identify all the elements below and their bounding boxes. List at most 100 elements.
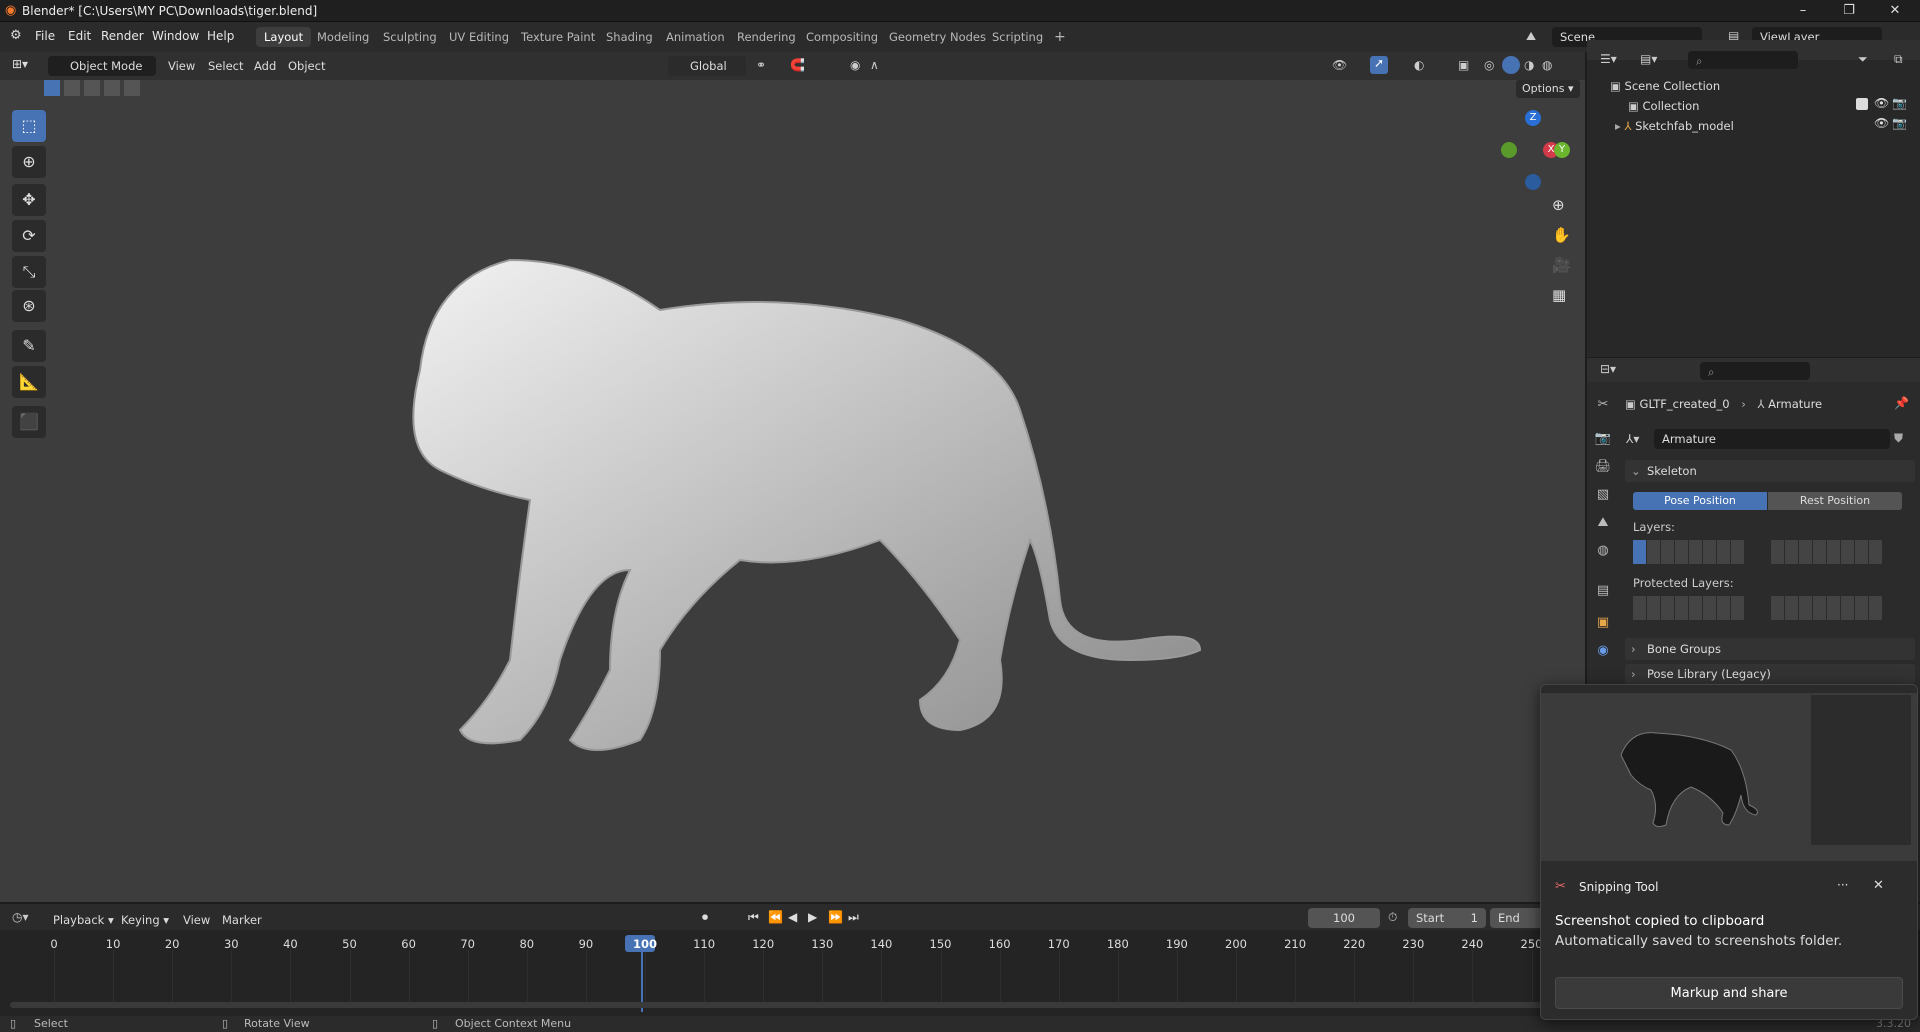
wireframe-shading-icon[interactable]: ◎ (1484, 58, 1494, 72)
tab-animation[interactable]: Animation (658, 27, 733, 47)
zoom-icon[interactable]: ⊕ (1552, 196, 1565, 214)
display-mode-icon[interactable]: ▤▾ (1640, 52, 1657, 66)
new-collection-icon[interactable]: ⧉ (1894, 52, 1903, 67)
render-camera-icon[interactable]: 📷 (1892, 96, 1907, 110)
play-icon[interactable]: ▶ (808, 910, 817, 924)
tab-scripting[interactable]: Scripting (984, 27, 1051, 47)
bone-layers-grid[interactable] (1633, 540, 1744, 564)
snap-icon[interactable]: 🧲 (790, 58, 805, 72)
menu-file[interactable]: File (35, 29, 55, 43)
pose-position-button[interactable]: Pose Position (1633, 492, 1767, 510)
transform-orientation-dropdown[interactable]: Global (668, 56, 746, 76)
physics-tab-icon[interactable]: ◉ (1592, 640, 1614, 662)
outliner-search-input[interactable]: ⌕ (1688, 51, 1798, 69)
timer-icon[interactable]: ⏱ (1388, 910, 1397, 925)
protected-layers-grid-2[interactable] (1771, 596, 1882, 620)
gizmo-toggle-icon[interactable]: ➚ (1370, 56, 1388, 74)
perspective-toggle-icon[interactable]: ▦ (1552, 286, 1566, 304)
start-frame-field[interactable]: Start 1 (1408, 908, 1486, 928)
select-box-tool[interactable]: ⬚ (12, 110, 46, 142)
snipping-tool-notification[interactable]: ✂ Snipping Tool ··· ✕ Screenshot copied … (1540, 684, 1918, 1020)
maximize-button[interactable]: ❐ (1826, 0, 1872, 22)
add-cube-tool[interactable]: ⬛ (12, 406, 46, 438)
fake-user-shield-icon[interactable]: ⛊ (1894, 431, 1903, 446)
scene-tab-icon[interactable]: ⛰ (1592, 512, 1614, 534)
armature-name-field[interactable]: Armature (1654, 429, 1890, 449)
pin-icon[interactable]: 📌 (1894, 396, 1909, 410)
navigation-gizmo[interactable]: Z X Y (1500, 110, 1570, 190)
world-tab-icon[interactable]: ◍ (1592, 540, 1614, 562)
armature-browse-icon[interactable]: ⅄▾ (1626, 432, 1639, 446)
gizmo-neg-z-axis[interactable] (1525, 174, 1541, 190)
rendered-shading-icon[interactable]: ◍ (1542, 58, 1552, 72)
marker-menu[interactable]: Marker (222, 910, 262, 930)
transform-tool[interactable]: ⊛ (12, 290, 46, 322)
prev-keyframe-icon[interactable]: ⏪ (768, 910, 783, 924)
outliner-object[interactable]: ▸ ⅄ Sketchfab_model (1615, 116, 1734, 136)
current-frame-field[interactable]: 100 (1308, 908, 1380, 928)
measure-tool[interactable]: 📐 (12, 366, 46, 398)
menu-add[interactable]: Add (254, 56, 276, 76)
jump-start-icon[interactable]: ⏮ (748, 910, 759, 925)
blender-menu-icon[interactable]: ⚙ (10, 28, 22, 43)
outliner-scene-collection[interactable]: ▣ Scene Collection (1610, 76, 1720, 96)
visibility-icon[interactable]: 👁 (1332, 58, 1347, 72)
bone-groups-panel-header[interactable]: › Bone Groups (1625, 638, 1915, 660)
tab-compositing[interactable]: Compositing (798, 27, 886, 47)
scale-tool[interactable]: ⤡ (12, 256, 46, 288)
tab-uv-editing[interactable]: UV Editing (441, 27, 517, 47)
record-icon[interactable]: ⏺ (702, 910, 708, 925)
proportional-edit-icon[interactable]: ◉ (850, 58, 860, 72)
editor-type-icon[interactable]: ⊞▾ (12, 57, 28, 71)
pivot-icon[interactable]: ⚭ (756, 58, 766, 72)
overlay-icon[interactable]: ◐ (1414, 58, 1424, 72)
properties-search-input[interactable]: ⌕ (1700, 362, 1810, 380)
outliner-editor-icon[interactable]: ☰▾ (1600, 52, 1617, 66)
timeline-view-menu[interactable]: View (183, 910, 210, 930)
tab-shading[interactable]: Shading (598, 27, 661, 47)
xray-icon[interactable]: ▣ (1458, 58, 1469, 72)
tool-tab-icon[interactable]: ✂ (1592, 394, 1614, 416)
tiger-model[interactable] (360, 240, 1220, 800)
render-tab-icon[interactable]: 📷 (1592, 428, 1614, 450)
timeline-editor-icon[interactable]: ◷▾ (12, 910, 29, 924)
tab-layout[interactable]: Layout (256, 27, 312, 47)
tab-modeling[interactable]: Modeling (309, 27, 377, 47)
move-tool[interactable]: ✥ (12, 184, 46, 216)
render-camera-icon[interactable]: 📷 (1892, 116, 1907, 130)
screenshot-preview[interactable] (1541, 685, 1917, 861)
options-dropdown[interactable]: Options ▾ (1516, 80, 1580, 98)
skeleton-panel-header[interactable]: ⌄ Skeleton (1625, 460, 1915, 482)
tab-sculpting[interactable]: Sculpting (375, 27, 445, 47)
menu-render[interactable]: Render (101, 29, 144, 43)
output-tab-icon[interactable]: 🖨 (1592, 456, 1614, 478)
markup-and-share-button[interactable]: Markup and share (1555, 977, 1903, 1009)
jump-end-icon[interactable]: ⏭ (848, 910, 859, 925)
object-tab-icon[interactable]: ▣ (1592, 612, 1614, 634)
select-extend-icon[interactable] (64, 80, 80, 96)
menu-edit[interactable]: Edit (68, 29, 91, 43)
menu-window[interactable]: Window (152, 29, 199, 43)
tab-texture-paint[interactable]: Texture Paint (513, 27, 603, 47)
filter-icon[interactable]: ⏷ (1858, 52, 1868, 67)
annotate-tool[interactable]: ✎ (12, 330, 46, 362)
select-new-icon[interactable] (44, 80, 60, 96)
menu-select[interactable]: Select (208, 56, 243, 76)
gizmo-y-axis[interactable]: Y (1554, 142, 1570, 158)
more-options-button[interactable]: ··· (1837, 878, 1848, 892)
menu-view[interactable]: View (168, 56, 195, 76)
select-intersect-icon[interactable] (124, 80, 140, 96)
close-toast-button[interactable]: ✕ (1873, 878, 1884, 893)
menu-object[interactable]: Object (288, 56, 325, 76)
properties-editor-icon[interactable]: ⊟▾ (1600, 362, 1616, 376)
menu-help[interactable]: Help (207, 29, 234, 43)
tab-geometry-nodes[interactable]: Geometry Nodes (881, 27, 994, 47)
eye-icon[interactable]: 👁 (1874, 96, 1889, 110)
playback-menu[interactable]: Playback ▾ (53, 910, 114, 930)
play-reverse-icon[interactable]: ◀ (788, 910, 797, 924)
pan-hand-icon[interactable]: ✋ (1552, 226, 1571, 244)
mode-dropdown[interactable]: Object Mode (48, 56, 156, 76)
add-workspace-button[interactable]: + (1046, 27, 1074, 47)
gizmo-neg-y-axis[interactable] (1501, 142, 1517, 158)
collection-tab-icon[interactable]: ▤ (1592, 580, 1614, 602)
